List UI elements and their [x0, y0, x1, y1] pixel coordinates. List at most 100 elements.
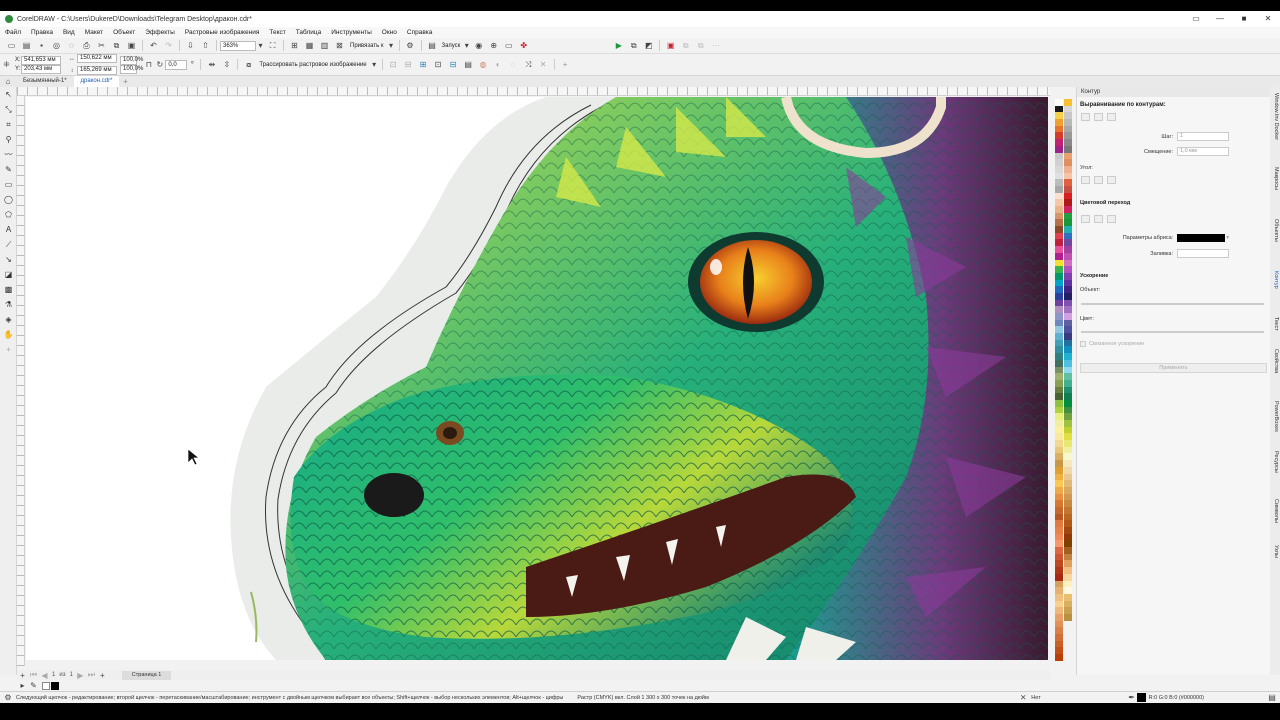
color-swatch[interactable]: [1064, 440, 1072, 447]
new-tab-plus-icon[interactable]: +: [120, 76, 130, 88]
color-swatch[interactable]: [1055, 286, 1063, 293]
polygon-tool-icon[interactable]: ⬠: [0, 207, 17, 222]
color-swatch[interactable]: [1064, 600, 1072, 608]
color-swatch[interactable]: [1064, 239, 1072, 247]
color-swatch[interactable]: [1064, 433, 1072, 441]
color-mask-icon[interactable]: ◍: [477, 59, 490, 71]
run-macro-icon[interactable]: ▶: [612, 40, 625, 52]
color-swatch[interactable]: [1055, 112, 1063, 120]
connector-tool-icon[interactable]: ↘: [0, 252, 17, 267]
redo-icon[interactable]: ↷: [162, 40, 175, 52]
close-button[interactable]: ✕: [1256, 11, 1280, 27]
cut-icon[interactable]: ✂: [95, 40, 108, 52]
contour-outside-icon[interactable]: [1094, 113, 1103, 121]
menu-file[interactable]: Файл: [5, 29, 21, 36]
color-swatch[interactable]: [1055, 359, 1063, 367]
color-swatch[interactable]: [1064, 466, 1072, 474]
color-swatch[interactable]: [1064, 587, 1072, 594]
black-swatch[interactable]: [51, 681, 59, 690]
export-file-icon[interactable]: ⇧: [199, 40, 212, 52]
color-swatch[interactable]: [1055, 573, 1063, 581]
dragon-bitmap[interactable]: [26, 97, 1048, 660]
outline-color-indicator[interactable]: [1136, 693, 1146, 702]
color-swatch[interactable]: [1064, 426, 1072, 434]
doc-palette-eyedropper-icon[interactable]: ✎: [29, 680, 38, 692]
tab-untitled[interactable]: Безымянный-1*: [16, 76, 74, 87]
home-icon[interactable]: ⌂: [1, 76, 15, 88]
apply-button[interactable]: Применить: [1080, 363, 1267, 373]
color-swatch[interactable]: [1055, 379, 1063, 387]
corner-miter-icon[interactable]: [1081, 176, 1090, 184]
bitmap-mask-icon[interactable]: ⊟: [402, 59, 415, 71]
color-swatch[interactable]: [1055, 587, 1063, 594]
sidetab-text[interactable]: Текст: [1273, 317, 1279, 331]
edit-bitmap-icon[interactable]: ⊞: [417, 59, 430, 71]
color-swatch[interactable]: [1055, 593, 1063, 601]
color-swatch[interactable]: [1064, 386, 1072, 394]
bitmap-effects-icon[interactable]: ▤: [462, 59, 475, 71]
color-swatch[interactable]: [1064, 185, 1072, 193]
sidetab-symbols[interactable]: Символы: [1273, 499, 1279, 523]
color-swatch[interactable]: [1064, 406, 1072, 414]
color-swatch[interactable]: [1055, 125, 1063, 133]
color-swatch[interactable]: [1055, 319, 1063, 327]
color-swatch[interactable]: [1055, 239, 1063, 247]
color-swatch[interactable]: [1055, 353, 1063, 360]
sidetab-window-inv[interactable]: Window.Inv Docker: [1273, 93, 1279, 140]
color-swatch[interactable]: [1064, 192, 1072, 200]
sidetab-macros[interactable]: Макросы: [1273, 167, 1279, 190]
macro-record-icon[interactable]: ◩: [642, 40, 655, 52]
color-swatch[interactable]: [1064, 613, 1072, 621]
menu-edit[interactable]: Правка: [31, 29, 53, 36]
color-swatch[interactable]: [1055, 346, 1063, 354]
macro-pause-icon[interactable]: ⧉: [679, 40, 692, 52]
y-position-field[interactable]: 203,43 мм: [21, 64, 61, 74]
width-field[interactable]: 150,622 мм: [77, 54, 117, 63]
color-swatch[interactable]: [1064, 252, 1072, 260]
color-swatch[interactable]: [1055, 299, 1063, 307]
corel-brand-icon[interactable]: ✤: [517, 40, 530, 52]
trace-bitmap-dropdown[interactable]: Трассировать растровое изображение: [259, 62, 366, 68]
color-swatch[interactable]: [1064, 366, 1072, 374]
color-swatch[interactable]: [1064, 573, 1072, 581]
color-swatch[interactable]: [1055, 553, 1063, 561]
color-swatch[interactable]: [1055, 145, 1063, 153]
color-accel-slider[interactable]: [1081, 331, 1264, 333]
color-swatch[interactable]: [1064, 272, 1072, 280]
color-swatch[interactable]: [1055, 480, 1063, 487]
fill-color-picker[interactable]: [1177, 249, 1229, 258]
sidetab-resources[interactable]: Ресурсы: [1273, 451, 1279, 473]
color-swatch[interactable]: [1055, 620, 1063, 628]
palette-column-right[interactable]: [1064, 99, 1072, 621]
pick-tool-icon[interactable]: ↖: [0, 87, 17, 102]
color-swatch[interactable]: [1064, 473, 1072, 481]
launch-chevron-icon[interactable]: ▾: [463, 40, 470, 52]
mirror-horizontal-icon[interactable]: ⇹: [205, 59, 218, 71]
color-swatch[interactable]: [1064, 446, 1072, 454]
color-swatch[interactable]: [1055, 199, 1063, 206]
color-swatch[interactable]: [1064, 112, 1072, 120]
macro-step-icon[interactable]: ⧉: [694, 40, 707, 52]
color-swatch[interactable]: [1055, 179, 1063, 186]
zoom-dropdown-chevron-icon[interactable]: ▾: [257, 40, 264, 52]
color-swatch[interactable]: [1064, 480, 1072, 487]
color-swatch[interactable]: [1055, 547, 1063, 554]
color-swatch[interactable]: [1055, 105, 1063, 113]
snap-chevron-icon[interactable]: ▾: [388, 40, 395, 52]
drop-shadow-icon[interactable]: ◪: [0, 267, 17, 282]
color-swatch[interactable]: [1055, 165, 1063, 173]
menu-help[interactable]: Справка: [407, 29, 433, 36]
outline-color-chevron-icon[interactable]: ▾: [1226, 235, 1229, 241]
color-swatch[interactable]: [1064, 520, 1072, 527]
color-swatch[interactable]: [1064, 607, 1072, 614]
color-swatch[interactable]: [1064, 333, 1072, 340]
color-swatch[interactable]: [1055, 413, 1063, 420]
ellipse-tool-icon[interactable]: ◯: [0, 192, 17, 207]
launch-dropdown[interactable]: Запуск: [442, 43, 461, 49]
lock-ratio-icon[interactable]: ⊓: [144, 59, 153, 71]
color-swatch[interactable]: [1055, 399, 1063, 407]
color-swatch[interactable]: [1055, 139, 1063, 146]
remove-icon[interactable]: ✕: [537, 59, 550, 71]
color-swatch[interactable]: [1055, 493, 1063, 501]
add-tool-plus-icon[interactable]: +: [0, 342, 17, 357]
